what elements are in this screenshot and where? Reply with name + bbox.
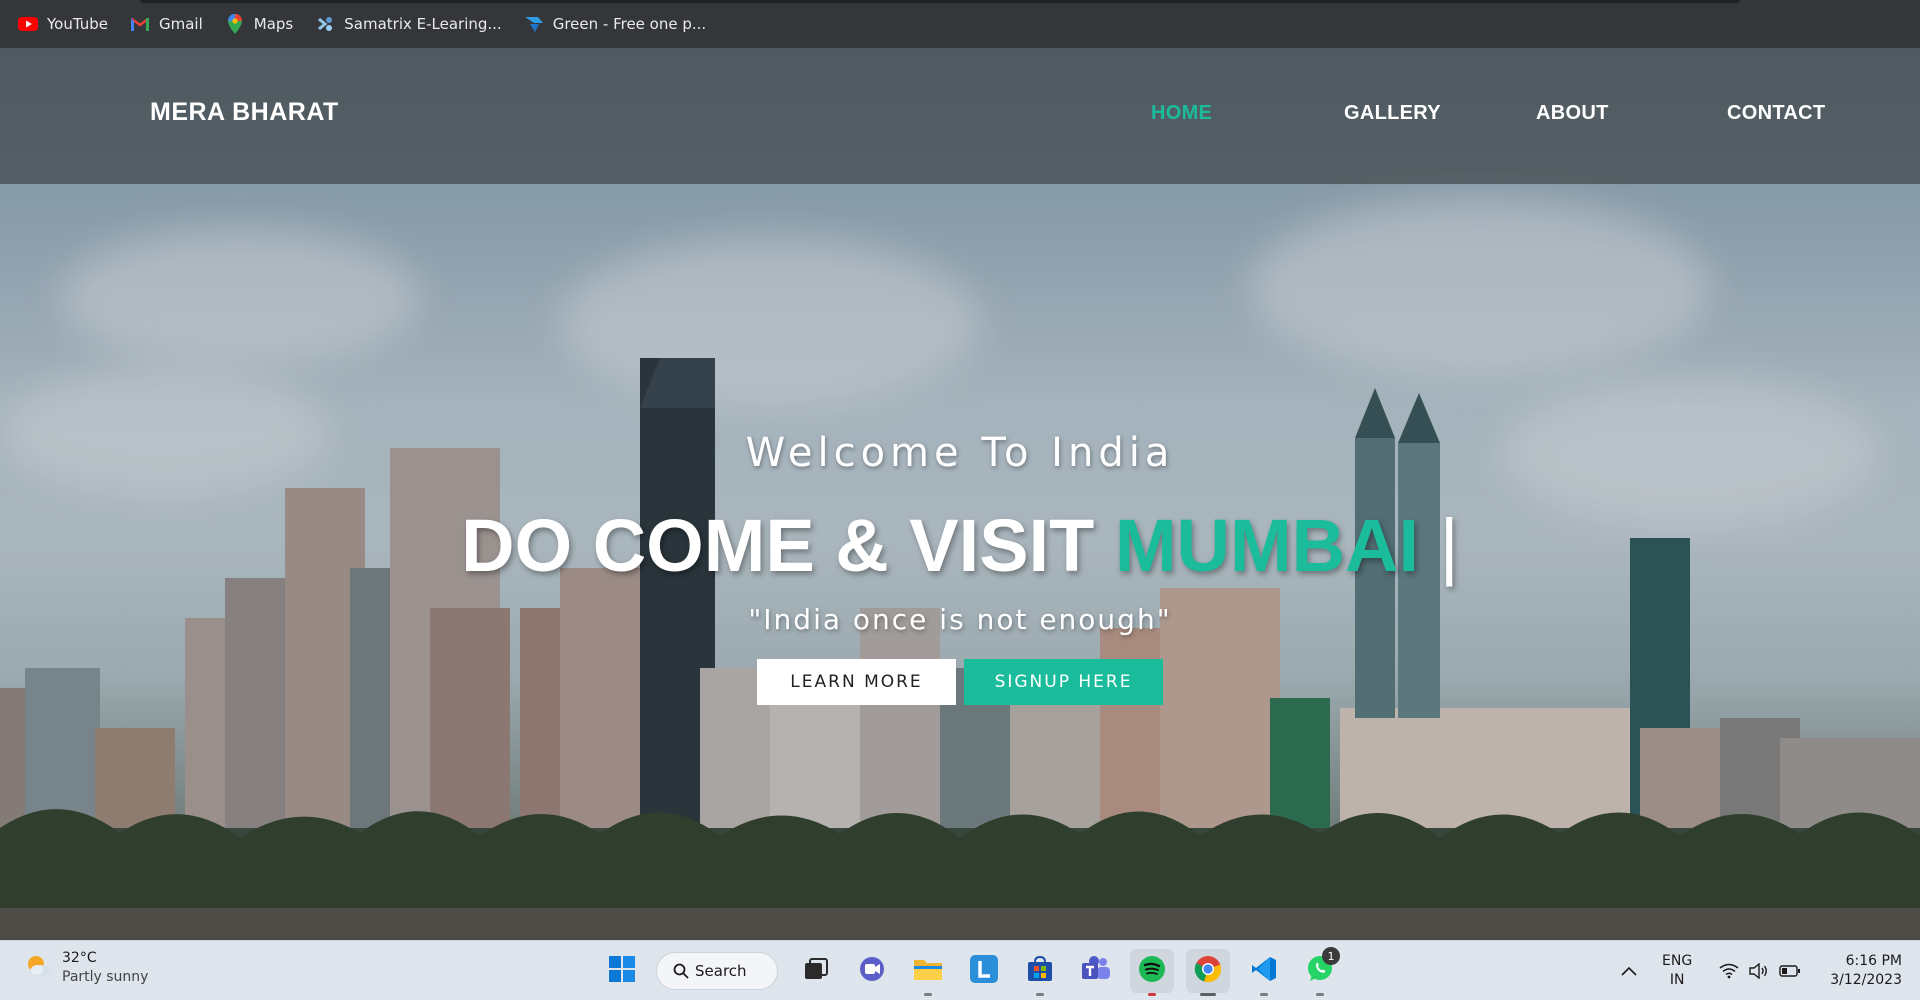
- lang-code: ENG: [1662, 953, 1693, 969]
- clock-date: 3/12/2023: [1830, 972, 1902, 988]
- bookmarks-bar: YouTube Gmail Maps Samatrix E-Learing...…: [0, 0, 1920, 48]
- store-icon: [1026, 955, 1054, 987]
- bookmark-samatrix[interactable]: Samatrix E-Learing...: [315, 14, 502, 34]
- l-app-icon: [970, 955, 998, 987]
- hero-headline: DO COME & VISIT MUMBAI |: [0, 503, 1920, 588]
- typing-cursor: |: [1419, 504, 1459, 587]
- whatsapp-button[interactable]: 1: [1298, 947, 1342, 996]
- wifi-icon[interactable]: [1719, 963, 1739, 979]
- bookmark-gmail[interactable]: Gmail: [130, 14, 203, 34]
- teams-button[interactable]: [1074, 949, 1118, 993]
- headline-accent: MUMBAI: [1114, 504, 1420, 587]
- spotify-button[interactable]: [1130, 949, 1174, 996]
- bookmark-label: Gmail: [159, 15, 203, 33]
- bookmark-label: YouTube: [47, 15, 108, 33]
- battery-icon[interactable]: [1779, 965, 1801, 977]
- partly-sunny-icon: [24, 951, 54, 985]
- chrome-button[interactable]: [1186, 949, 1230, 996]
- task-view-button[interactable]: [794, 949, 838, 993]
- running-indicator: [1036, 993, 1044, 996]
- bookmark-label: Maps: [253, 15, 294, 33]
- running-indicator: [1260, 993, 1268, 996]
- clock[interactable]: 6:16 PM 3/12/2023: [1830, 952, 1902, 990]
- search-label: Search: [695, 962, 747, 980]
- weather-temp: 32°C: [62, 950, 97, 966]
- l-app-button[interactable]: [962, 949, 1006, 993]
- clock-time: 6:16 PM: [1845, 953, 1902, 969]
- bookmark-label: Samatrix E-Learing...: [344, 15, 502, 33]
- headline-prefix: DO COME & VISIT: [461, 504, 1115, 587]
- hero-content: Welcome To India DO COME & VISIT MUMBAI …: [0, 48, 1920, 940]
- language-indicator[interactable]: ENG IN: [1662, 952, 1692, 990]
- hero-quote: "India once is not enough": [748, 603, 1172, 636]
- chat-button[interactable]: [850, 949, 894, 993]
- youtube-icon: [18, 14, 38, 34]
- bookmark-label: Green - Free one p...: [552, 15, 707, 33]
- start-button[interactable]: [600, 949, 644, 993]
- windows-start-icon: [608, 955, 636, 987]
- search-icon: [673, 963, 689, 979]
- welcome-heading: Welcome To India: [745, 430, 1175, 476]
- task-view-icon: [803, 957, 829, 985]
- running-indicator: [924, 993, 932, 996]
- file-explorer-icon: [913, 956, 943, 986]
- samatrix-icon: [315, 14, 335, 34]
- taskbar-apps: Search 1: [600, 947, 1342, 996]
- weather-desc: Partly sunny: [62, 969, 149, 985]
- spotify-icon: [1138, 955, 1166, 987]
- bookmark-youtube[interactable]: YouTube: [18, 14, 108, 34]
- store-button[interactable]: [1018, 949, 1062, 996]
- vscode-icon: [1250, 955, 1278, 987]
- signup-button[interactable]: SIGNUP HERE: [964, 659, 1163, 705]
- vscode-button[interactable]: [1242, 949, 1286, 996]
- teams-icon: [1081, 955, 1111, 987]
- weather-widget[interactable]: 32°C Partly sunny: [24, 949, 148, 987]
- bookmark-green[interactable]: Green - Free one p...: [524, 14, 706, 34]
- taskbar-search[interactable]: Search: [656, 952, 778, 990]
- learn-more-button[interactable]: LEARN MORE: [757, 659, 956, 705]
- running-indicator: [1200, 993, 1216, 996]
- system-tray: ENG IN 6:16 PM 3/12/2023: [1616, 949, 1902, 993]
- chevron-up-icon[interactable]: [1621, 966, 1637, 976]
- gmail-icon: [130, 14, 150, 34]
- volume-icon[interactable]: [1749, 963, 1769, 979]
- running-indicator: [1316, 993, 1324, 996]
- bookmark-maps[interactable]: Maps: [225, 14, 293, 34]
- hero-buttons: LEARN MORE SIGNUP HERE: [0, 659, 1920, 705]
- notification-badge: 1: [1322, 947, 1340, 965]
- region-code: IN: [1669, 972, 1685, 988]
- maps-icon: [225, 14, 245, 34]
- green-icon: [524, 14, 544, 34]
- chat-icon: [858, 955, 886, 987]
- website-hero: MERA BHARAT HOME GALLERY ABOUT CONTACT W…: [0, 48, 1920, 940]
- running-indicator: [1148, 993, 1156, 996]
- chrome-icon: [1194, 955, 1222, 987]
- file-explorer-button[interactable]: [906, 949, 950, 996]
- windows-taskbar: 32°C Partly sunny Search 1 ENG IN 6:16 P…: [0, 940, 1920, 1000]
